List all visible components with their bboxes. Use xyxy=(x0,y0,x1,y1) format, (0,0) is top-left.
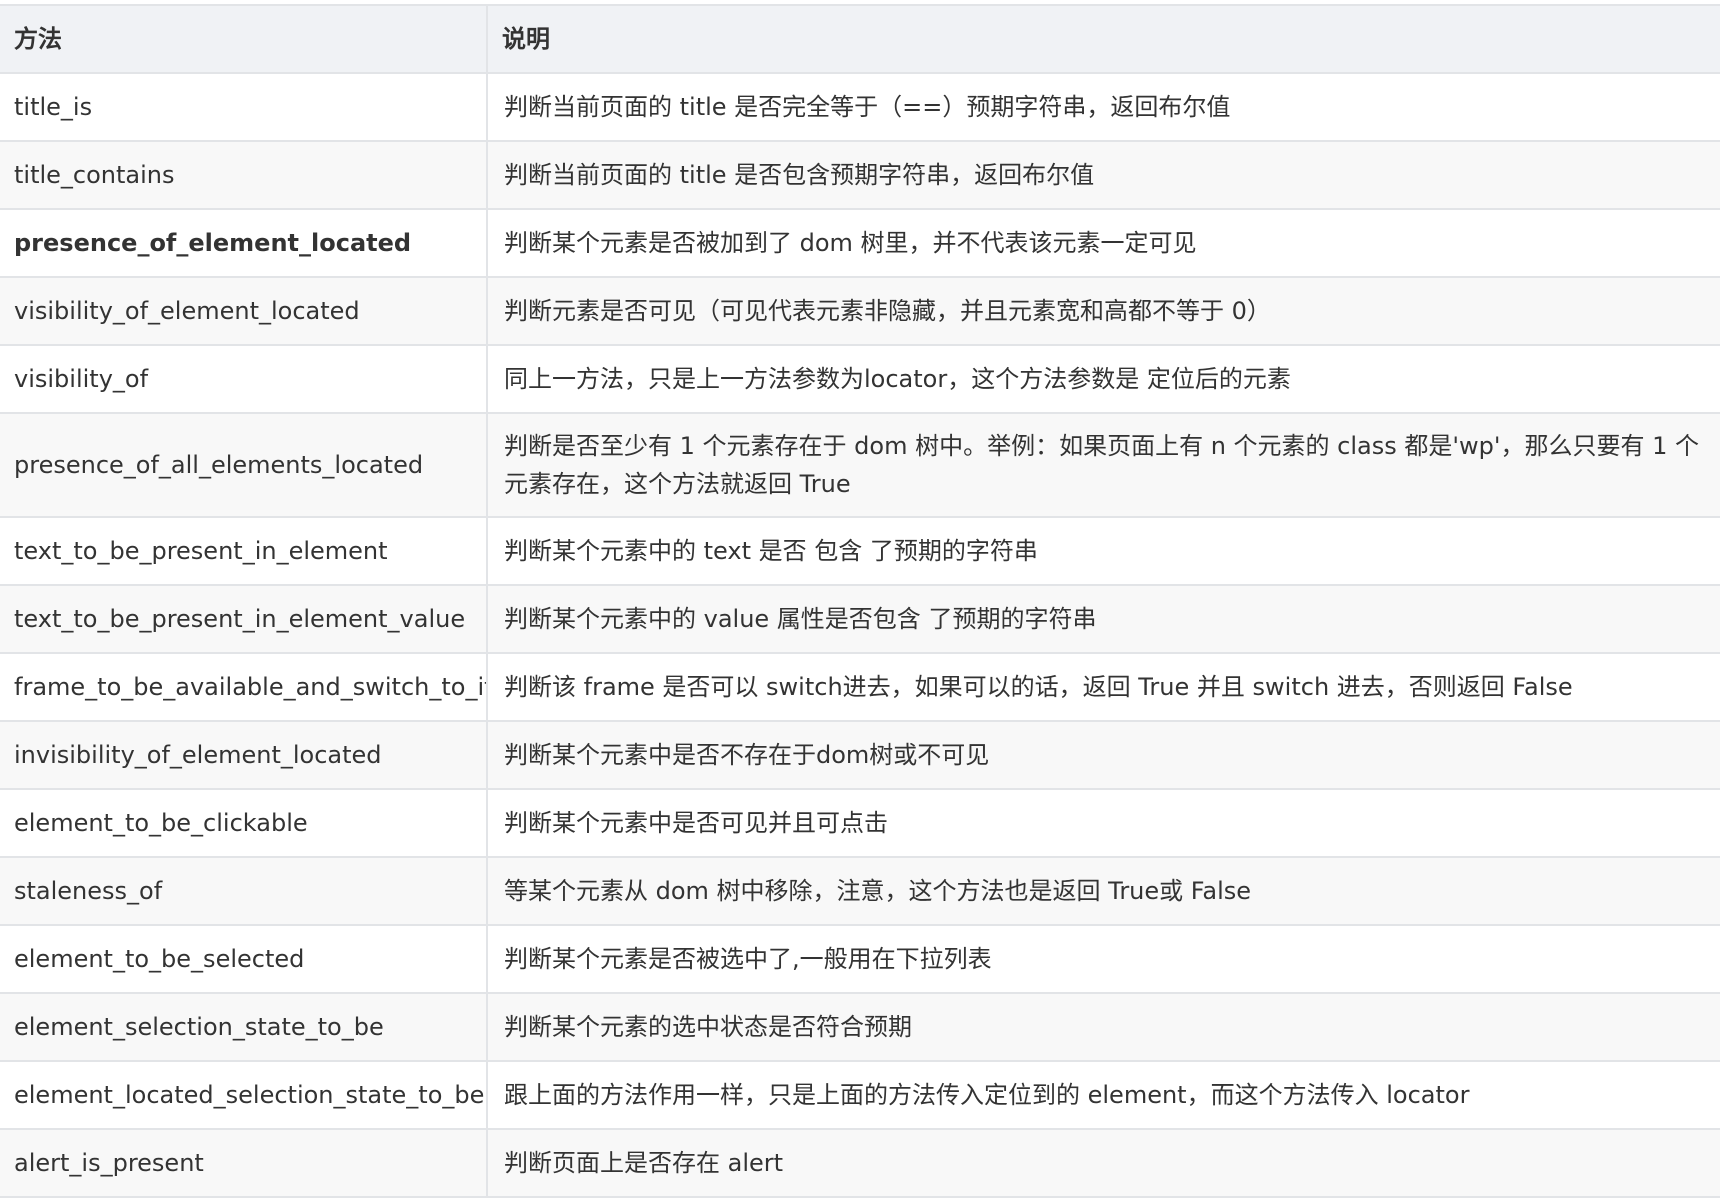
description-cell: 判断某个元素中的 value 属性是否包含 了预期的字符串 xyxy=(486,584,1720,654)
description-cell: 等某个元素从 dom 树中移除，注意，这个方法也是返回 True或 False xyxy=(486,856,1720,926)
table-row: element_to_be_clickable 判断某个元素中是否可见并且可点击 xyxy=(0,788,1720,858)
method-cell: invisibility_of_element_located xyxy=(0,720,487,790)
table-row: text_to_be_present_in_element_value 判断某个… xyxy=(0,584,1720,654)
description-cell: 判断元素是否可见（可见代表元素非隐藏，并且元素宽和高都不等于 0） xyxy=(486,276,1720,346)
method-cell: title_contains xyxy=(0,140,487,210)
method-cell: element_selection_state_to_be xyxy=(0,992,487,1062)
description-cell: 判断某个元素中是否不存在于dom树或不可见 xyxy=(486,720,1720,790)
table-row: frame_to_be_available_and_switch_to_it 判… xyxy=(0,652,1720,722)
header-method: 方法 xyxy=(0,4,487,74)
method-cell: presence_of_all_elements_located xyxy=(0,412,487,518)
description-cell: 判断某个元素的选中状态是否符合预期 xyxy=(486,992,1720,1062)
method-cell: staleness_of xyxy=(0,856,487,926)
header-description: 说明 xyxy=(486,4,1720,74)
table-row: visibility_of 同上一方法，只是上一方法参数为locator，这个方… xyxy=(0,344,1720,414)
description-cell: 判断该 frame 是否可以 switch进去，如果可以的话，返回 True 并… xyxy=(486,652,1720,722)
method-cell: text_to_be_present_in_element_value xyxy=(0,584,487,654)
method-cell: visibility_of xyxy=(0,344,487,414)
description-cell: 判断当前页面的 title 是否包含预期字符串，返回布尔值 xyxy=(486,140,1720,210)
description-cell: 判断某个元素是否被加到了 dom 树里，并不代表该元素一定可见 xyxy=(486,208,1720,278)
table-row: invisibility_of_element_located 判断某个元素中是… xyxy=(0,720,1720,790)
table-row: element_to_be_selected 判断某个元素是否被选中了,一般用在… xyxy=(0,924,1720,994)
table-row: presence_of_all_elements_located 判断是否至少有… xyxy=(0,412,1720,518)
description-cell: 判断是否至少有 1 个元素存在于 dom 树中。举例：如果页面上有 n 个元素的… xyxy=(486,412,1720,518)
description-cell: 判断页面上是否存在 alert xyxy=(486,1128,1720,1198)
description-cell: 判断某个元素中的 text 是否 包含 了预期的字符串 xyxy=(486,516,1720,586)
table-header-row: 方法 说明 xyxy=(0,4,1720,74)
method-cell: element_located_selection_state_to_be xyxy=(0,1060,487,1130)
description-cell: 判断当前页面的 title 是否完全等于（==）预期字符串，返回布尔值 xyxy=(486,72,1720,142)
method-cell: alert_is_present xyxy=(0,1128,487,1198)
method-cell: visibility_of_element_located xyxy=(0,276,487,346)
method-cell: presence_of_element_located xyxy=(0,208,487,278)
method-cell: text_to_be_present_in_element xyxy=(0,516,487,586)
methods-table-container: 方法 说明 title_is 判断当前页面的 title 是否完全等于（==）预… xyxy=(0,4,1720,1198)
table-row: title_is 判断当前页面的 title 是否完全等于（==）预期字符串，返… xyxy=(0,72,1720,142)
table-row: element_located_selection_state_to_be 跟上… xyxy=(0,1060,1720,1130)
description-cell: 判断某个元素是否被选中了,一般用在下拉列表 xyxy=(486,924,1720,994)
method-cell: frame_to_be_available_and_switch_to_it xyxy=(0,652,487,722)
table-row: staleness_of 等某个元素从 dom 树中移除，注意，这个方法也是返回… xyxy=(0,856,1720,926)
table-row: presence_of_element_located 判断某个元素是否被加到了… xyxy=(0,208,1720,278)
table-row: text_to_be_present_in_element 判断某个元素中的 t… xyxy=(0,516,1720,586)
method-cell: element_to_be_clickable xyxy=(0,788,487,858)
table-row: alert_is_present 判断页面上是否存在 alert xyxy=(0,1128,1720,1198)
table-row: visibility_of_element_located 判断元素是否可见（可… xyxy=(0,276,1720,346)
method-cell: element_to_be_selected xyxy=(0,924,487,994)
table-row: title_contains 判断当前页面的 title 是否包含预期字符串，返… xyxy=(0,140,1720,210)
description-cell: 跟上面的方法作用一样，只是上面的方法传入定位到的 element，而这个方法传入… xyxy=(486,1060,1720,1130)
description-cell: 判断某个元素中是否可见并且可点击 xyxy=(486,788,1720,858)
table-row: element_selection_state_to_be 判断某个元素的选中状… xyxy=(0,992,1720,1062)
methods-table: 方法 说明 title_is 判断当前页面的 title 是否完全等于（==）预… xyxy=(0,4,1720,1198)
method-cell: title_is xyxy=(0,72,487,142)
description-cell: 同上一方法，只是上一方法参数为locator，这个方法参数是 定位后的元素 xyxy=(486,344,1720,414)
